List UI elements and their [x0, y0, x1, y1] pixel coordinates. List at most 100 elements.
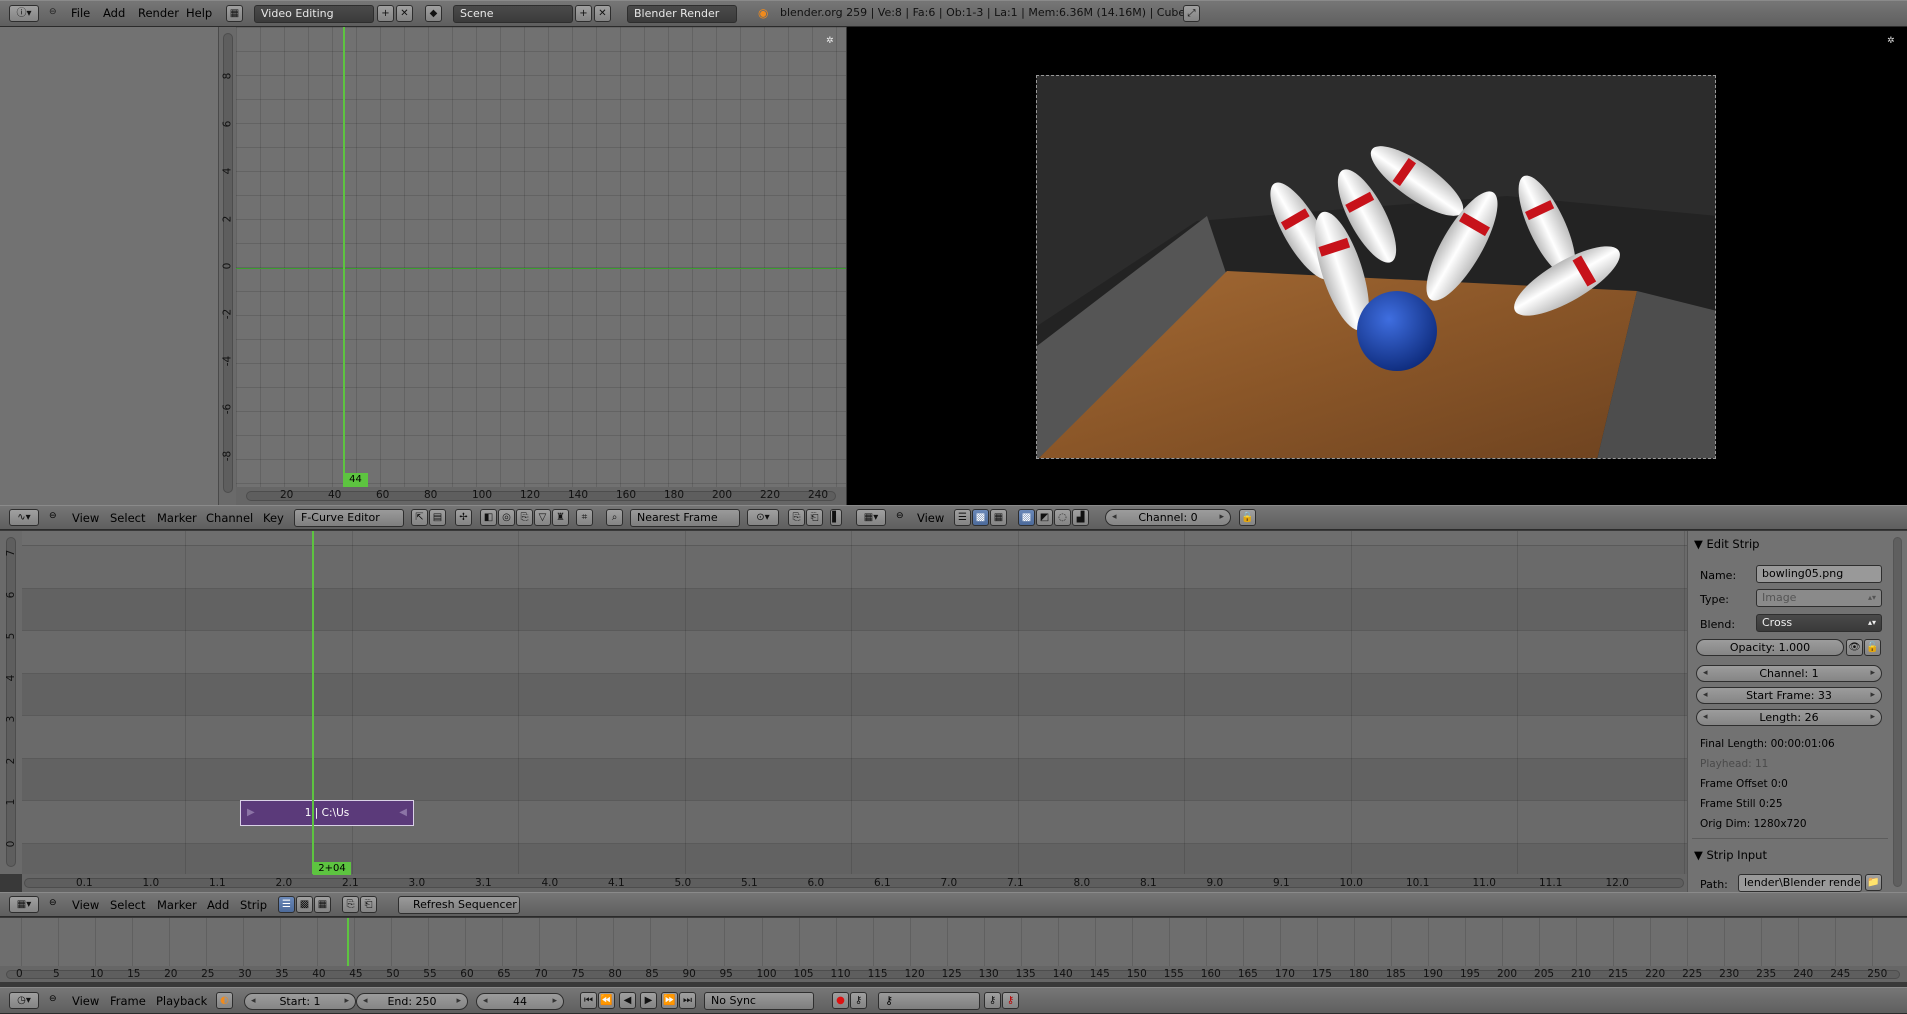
sync-mode-select[interactable]: No Sync — [704, 992, 814, 1010]
seq-menu-add[interactable]: Add — [207, 898, 229, 912]
sequencer-strip-area[interactable]: ▶ ◀ 1 | C:\Us — [22, 531, 1687, 874]
preview-range-icon[interactable]: ◐ — [216, 992, 233, 1009]
menu-help[interactable]: Help — [186, 6, 212, 20]
delete-keyframe-icon[interactable]: ⚷ — [1002, 992, 1019, 1009]
end-frame-timeline[interactable]: ◂ End: 250 ▸ — [356, 993, 468, 1010]
snap-select[interactable]: Nearest Frame — [630, 509, 740, 527]
current-frame-field[interactable]: ◂ 44 ▸ — [476, 993, 564, 1010]
blend-select[interactable]: Cross ▴▾ — [1756, 614, 1882, 632]
graph-menu-marker[interactable]: Marker — [157, 511, 197, 525]
timeline-collapse-icon[interactable]: ⊖ — [49, 994, 57, 1004]
copy-icon[interactable]: ⎘ — [788, 509, 805, 526]
seq-view-both-icon[interactable]: ▦ — [314, 896, 331, 913]
graph-menu-view[interactable]: View — [72, 511, 99, 525]
strip-type-select[interactable]: Image ▴▾ — [1756, 589, 1882, 607]
lock-strip-icon[interactable]: 🔓 — [1864, 639, 1881, 656]
seq-view-sequencer-icon[interactable]: ☰ — [278, 896, 295, 913]
hide-icon[interactable]: ▤ — [429, 509, 446, 526]
editor-type-sequencer-icon[interactable]: ▦▾ — [856, 509, 886, 526]
sequencer-scrollbar-h[interactable] — [24, 878, 1684, 888]
editor-type-graph-icon[interactable]: ∿▾ — [9, 509, 39, 526]
insert-keyframe-icon[interactable]: ⚷ — [984, 992, 1001, 1009]
view-both-icon[interactable]: ▦ — [990, 509, 1007, 526]
tl-menu-view[interactable]: View — [72, 994, 99, 1008]
preview-channel-field[interactable]: ◂ Channel: 0 ▸ — [1105, 509, 1231, 526]
normalize-icon[interactable]: ◧ — [480, 509, 497, 526]
delete-scene-icon[interactable]: ✕ — [594, 5, 611, 22]
keying-mode-icon[interactable]: ⚷ — [850, 992, 867, 1009]
start-frame-timeline[interactable]: ◂ Start: 1 ▸ — [244, 993, 356, 1010]
seq-menu-select[interactable]: Select — [110, 898, 145, 912]
keying-set-field[interactable]: ⚷ — [878, 992, 980, 1010]
lock-icon[interactable]: 🔒 — [1239, 509, 1256, 526]
tl-menu-playback[interactable]: Playback — [156, 994, 207, 1008]
strip-input-header[interactable]: ▼ Strip Input — [1694, 848, 1888, 868]
editor-type-sequencer2-icon[interactable]: ▦▾ — [9, 896, 39, 913]
graph-corner-icon[interactable]: ✲ — [826, 36, 834, 46]
pivot-point-icon[interactable]: ⊙▾ — [747, 509, 779, 526]
copy-strips-icon[interactable]: ⎘ — [342, 896, 359, 913]
display-vectorscope-icon[interactable]: ◌ — [1054, 509, 1071, 526]
properties-scrollbar[interactable] — [1893, 537, 1902, 887]
graph-editor-area[interactable] — [236, 27, 846, 487]
screen-layout-field[interactable]: Video Editing — [254, 5, 374, 23]
edit-strip-header[interactable]: ▼ Edit Strip — [1694, 537, 1888, 557]
opacity-slider[interactable]: Opacity: 1.000 — [1696, 639, 1844, 656]
graph-menu-key[interactable]: Key — [263, 511, 284, 525]
graph-menu-select[interactable]: Select — [110, 511, 145, 525]
seq-menu-view[interactable]: View — [72, 898, 99, 912]
seq-menu-strip[interactable]: Strip — [240, 898, 267, 912]
editor-type-timeline-icon[interactable]: ◷▾ — [9, 992, 39, 1009]
display-image-icon[interactable]: ▩ — [1018, 509, 1035, 526]
refresh-sequencer-button[interactable]: Refresh Sequencer — [398, 896, 520, 914]
menu-add[interactable]: Add — [103, 6, 125, 20]
display-histogram-icon[interactable]: ▟ — [1072, 509, 1089, 526]
add-scene-icon[interactable]: + — [575, 5, 592, 22]
preview-menu-view[interactable]: View — [917, 511, 944, 525]
browse-folder-icon[interactable]: 📁 — [1865, 874, 1882, 891]
cursor-icon[interactable]: ◎ — [498, 509, 515, 526]
path-input[interactable]: lender\Blender renders\ — [1738, 874, 1862, 892]
scene-icon[interactable]: ◆ — [425, 5, 442, 22]
mute-eye-icon[interactable]: 👁 — [1846, 639, 1863, 656]
play-icon[interactable]: ▶ — [640, 992, 657, 1009]
collapse-menu-icon[interactable]: ⊖ — [49, 7, 57, 17]
jump-next-key-icon[interactable]: ⏩ — [661, 992, 678, 1009]
image-strip[interactable]: ▶ ◀ 1 | C:\Us — [240, 800, 414, 826]
channel-field[interactable]: ◂ Channel: 1 ▸ — [1696, 665, 1882, 682]
jump-end-icon[interactable]: ⏭ — [679, 992, 696, 1009]
delete-screen-icon[interactable]: ✕ — [396, 5, 413, 22]
render-engine-select[interactable]: Blender Render — [627, 5, 737, 23]
zoom-icon[interactable]: ⌕ — [606, 509, 623, 526]
tl-menu-frame[interactable]: Frame — [110, 994, 146, 1008]
graph-collapse-icon[interactable]: ⊖ — [49, 511, 57, 521]
display-waveform-icon[interactable]: ◩ — [1036, 509, 1053, 526]
view-preview-icon[interactable]: ▩ — [972, 509, 989, 526]
only-selected-icon[interactable]: ⇱ — [411, 509, 428, 526]
record-icon[interactable]: ● — [832, 992, 849, 1009]
graph-mode-select[interactable]: F-Curve Editor — [294, 509, 404, 527]
seq-menu-marker[interactable]: Marker — [157, 898, 197, 912]
jump-start-icon[interactable]: ⏮ — [580, 992, 597, 1009]
paste-flipped-icon[interactable]: ▌ — [830, 509, 842, 526]
preview-collapse-icon[interactable]: ⊖ — [896, 511, 904, 521]
menu-file[interactable]: File — [71, 6, 90, 20]
jump-prev-key-icon[interactable]: ⏪ — [598, 992, 615, 1009]
graph-menu-channel[interactable]: Channel — [206, 511, 253, 525]
view-sequencer-icon[interactable]: ☰ — [954, 509, 971, 526]
scene-field[interactable]: Scene — [453, 5, 573, 23]
copy-keys-icon[interactable]: ⎘ — [516, 509, 533, 526]
length-field[interactable]: ◂ Length: 26 ▸ — [1696, 709, 1882, 726]
start-frame-field[interactable]: ◂ Start Frame: 33 ▸ — [1696, 687, 1882, 704]
ghost-icon[interactable]: ♜ — [552, 509, 569, 526]
preview-corner-icon[interactable]: ✲ — [1887, 36, 1895, 46]
paste-icon[interactable]: ⎗ — [806, 509, 823, 526]
paste-strips-icon[interactable]: ⎗ — [360, 896, 377, 913]
screen-layout-icon[interactable]: ▦ — [226, 5, 243, 22]
editor-type-info-icon[interactable]: ⓘ▾ — [9, 5, 39, 22]
sequencer-scrollbar-v[interactable] — [6, 537, 16, 867]
filter-icon[interactable]: ▽ — [534, 509, 551, 526]
seq-view-preview-icon[interactable]: ▩ — [296, 896, 313, 913]
sequencer-collapse-icon[interactable]: ⊖ — [49, 898, 57, 908]
menu-render[interactable]: Render — [138, 6, 179, 20]
